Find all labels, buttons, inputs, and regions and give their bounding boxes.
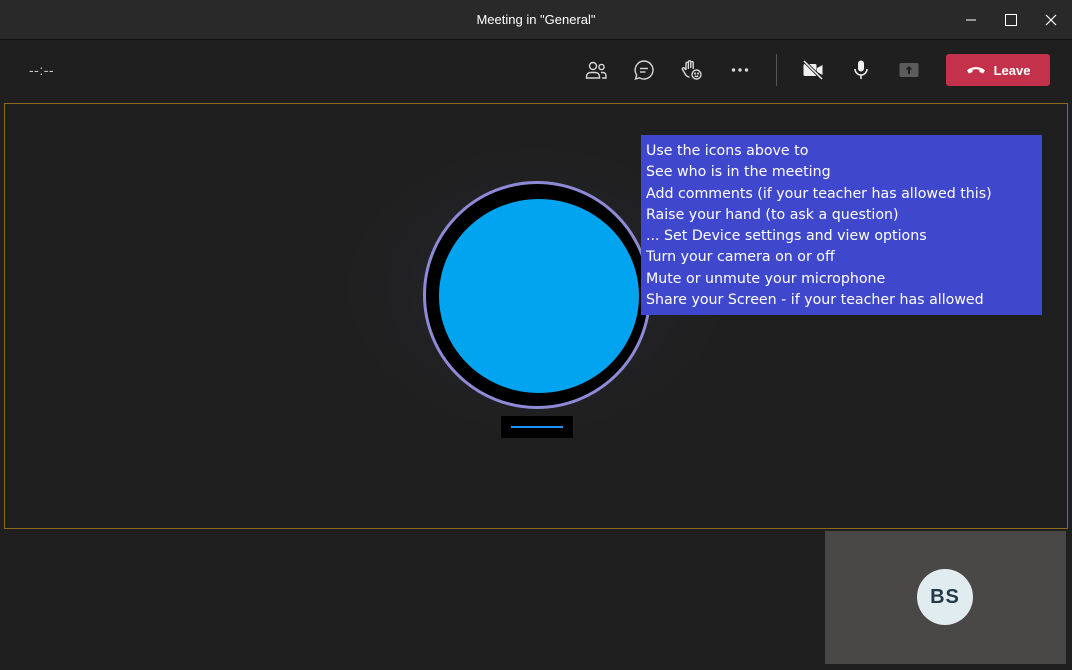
participants-button[interactable]: [580, 54, 612, 86]
toolbar-divider: [776, 54, 777, 86]
help-line: See who is in the meeting: [646, 164, 831, 181]
leave-label: Leave: [993, 62, 1031, 78]
close-button[interactable]: [1033, 5, 1069, 35]
camera-off-icon: [802, 59, 824, 81]
help-overlay: Use the icons above to See who is in the…: [641, 135, 1042, 315]
chat-button[interactable]: [628, 54, 660, 86]
meeting-toolbar: --:-- Leave: [0, 40, 1072, 102]
speaker-name-tag: [501, 416, 573, 438]
raise-hand-button[interactable]: [676, 54, 708, 86]
help-line: Raise your hand (to ask a question): [646, 206, 899, 223]
share-screen-button[interactable]: [893, 54, 925, 86]
self-view-tile[interactable]: BS: [825, 531, 1066, 664]
meeting-timer: --:--: [29, 62, 55, 78]
participants-icon: [585, 61, 607, 79]
more-options-icon: [731, 68, 749, 72]
help-line: Mute or unmute your microphone: [646, 270, 886, 287]
speaker-avatar: [439, 199, 639, 393]
maximize-icon: [1005, 14, 1017, 26]
maximize-button[interactable]: [993, 5, 1029, 35]
minimize-icon: [966, 19, 976, 21]
hang-up-icon: [966, 67, 985, 74]
video-stage: Use the icons above to See who is in the…: [4, 103, 1068, 529]
help-line: ... Set Device settings and view options: [646, 228, 927, 245]
share-screen-icon: [899, 63, 919, 77]
help-line: Share your Screen - if your teacher has …: [646, 292, 984, 309]
more-options-button[interactable]: [724, 54, 756, 86]
close-icon: [1045, 14, 1057, 26]
window-title: Meeting in "General": [476, 12, 596, 27]
microphone-icon: [854, 60, 868, 79]
microphone-button[interactable]: [845, 54, 877, 86]
minimize-button[interactable]: [953, 5, 989, 35]
help-line: Add comments (if your teacher has allowe…: [646, 185, 992, 202]
camera-toggle-button[interactable]: [797, 54, 829, 86]
chat-icon: [634, 60, 654, 81]
self-avatar-initials: BS: [917, 569, 973, 625]
speaker-name-bar: [511, 426, 563, 428]
help-line: Use the icons above to: [646, 143, 809, 159]
leave-button[interactable]: Leave: [946, 54, 1050, 86]
raise-hand-icon: [681, 60, 702, 80]
title-bar: Meeting in "General": [0, 0, 1072, 40]
help-line: Turn your camera on or off: [646, 249, 835, 266]
